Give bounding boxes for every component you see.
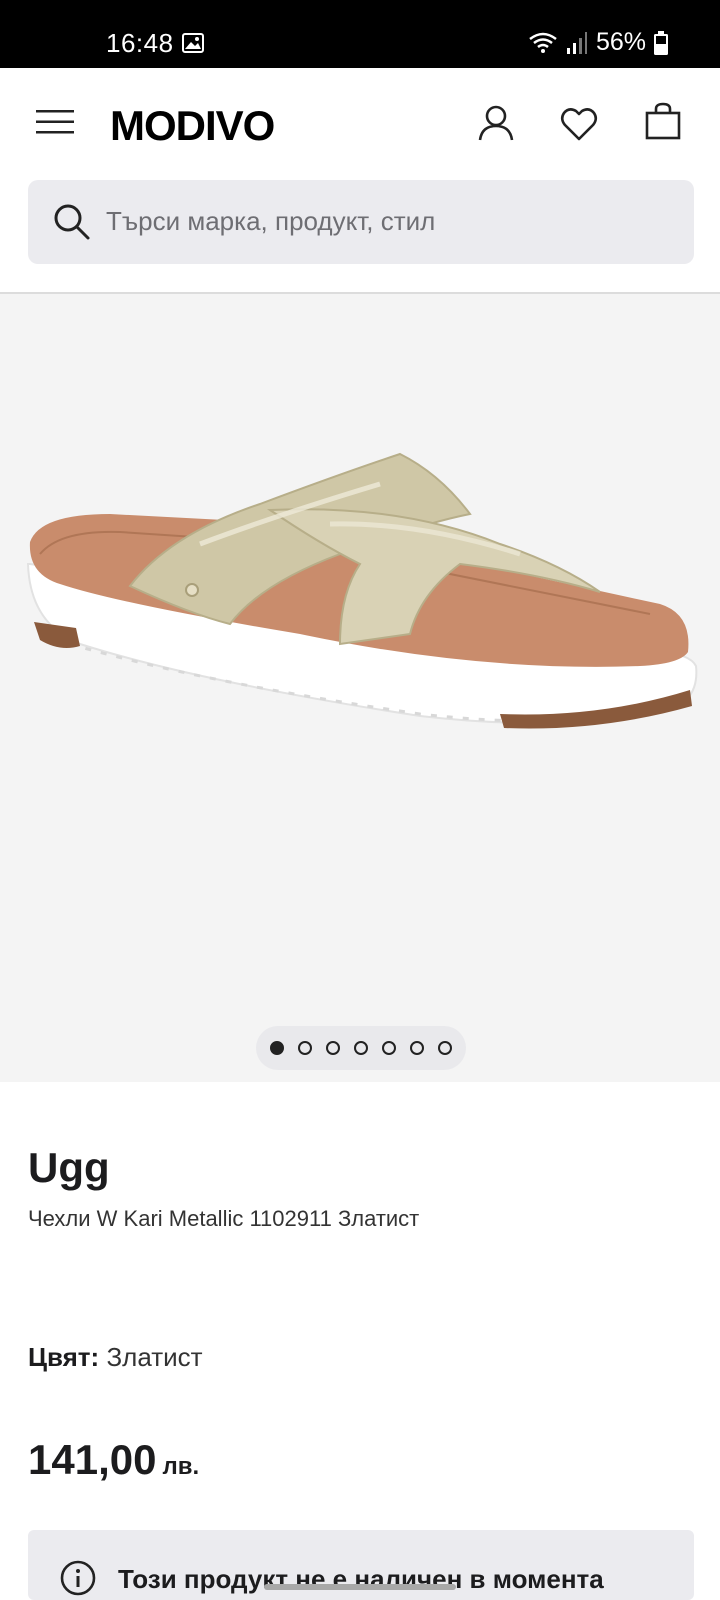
search-input[interactable]: Търси марка, продукт, стил	[106, 206, 435, 237]
gallery-dot[interactable]	[382, 1041, 396, 1055]
product-image-sandal[interactable]	[0, 414, 720, 774]
home-indicator[interactable]	[264, 1584, 456, 1590]
wishlist-heart-icon[interactable]	[560, 106, 598, 142]
app-header: MODIVO	[0, 68, 720, 176]
price-value: 141,00	[28, 1436, 157, 1483]
gallery-dot[interactable]	[354, 1041, 368, 1055]
wifi-icon	[529, 32, 557, 53]
price-currency: лв.	[162, 1453, 200, 1480]
notice-text: Този продукт не е наличен в момента	[118, 1564, 604, 1594]
gallery-dot[interactable]	[298, 1041, 312, 1055]
hamburger-menu-icon[interactable]	[36, 108, 76, 136]
signal-icon	[566, 31, 587, 54]
search-icon	[54, 204, 90, 240]
color-value: Златист	[106, 1342, 203, 1372]
price-row: 141,00 лв.	[28, 1436, 199, 1484]
shopping-bag-icon[interactable]	[645, 102, 681, 140]
product-brand[interactable]: Ugg	[28, 1144, 110, 1192]
status-right: 56%	[528, 28, 668, 57]
battery-icon	[654, 30, 668, 55]
gallery-dot[interactable]	[326, 1041, 340, 1055]
gallery-pagination[interactable]	[256, 1026, 466, 1070]
product-name: Чехли W Kari Metallic 1102911 Златист	[28, 1206, 420, 1231]
battery-percentage: 56%	[595, 28, 646, 56]
account-icon[interactable]	[477, 104, 515, 142]
status-bar: 16:48 56%	[0, 0, 720, 68]
gallery-dot[interactable]	[270, 1041, 284, 1055]
brand-logo[interactable]: MODIVO	[110, 102, 275, 150]
product-gallery[interactable]	[0, 294, 720, 1082]
color-label: Цвят:	[28, 1342, 100, 1372]
search-bar[interactable]: Търси марка, продукт, стил	[28, 180, 694, 264]
color-row: Цвят: Златист	[28, 1342, 203, 1373]
gallery-dot[interactable]	[410, 1041, 424, 1055]
gallery-dot[interactable]	[438, 1041, 452, 1055]
gallery-notification-icon	[182, 33, 204, 53]
info-icon	[60, 1560, 96, 1596]
status-time: 16:48	[106, 28, 174, 58]
